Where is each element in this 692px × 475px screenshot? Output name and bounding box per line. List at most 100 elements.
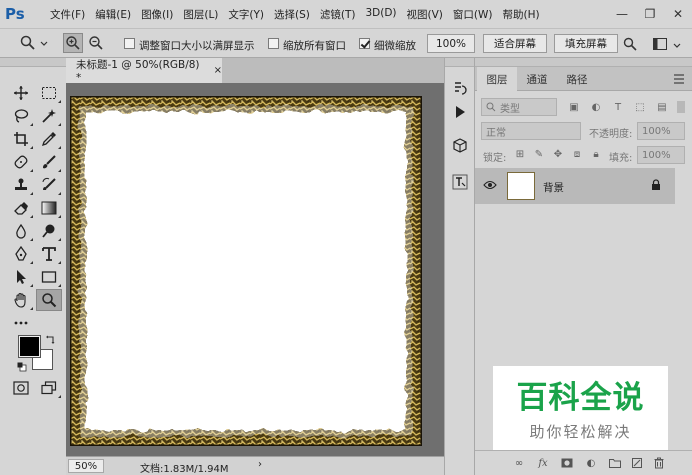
path-selection-tool-icon[interactable]	[8, 266, 34, 288]
layer-thumbnail[interactable]	[507, 172, 535, 200]
hand-tool-icon[interactable]	[8, 289, 34, 311]
new-layer-icon[interactable]	[629, 455, 645, 471]
layer-style-icon[interactable]: fx	[535, 455, 551, 471]
zoom-tool-preset-icon[interactable]	[18, 33, 38, 53]
resize-windows-checkbox[interactable]	[124, 38, 135, 49]
tab-channels[interactable]: 通道	[517, 67, 557, 91]
zoom-percent-field[interactable]: 100%	[427, 34, 475, 53]
layers-panel-grip[interactable]	[475, 58, 692, 67]
actions-panel-play-icon[interactable]	[450, 102, 470, 122]
zoom-all-windows-checkbox[interactable]	[268, 38, 279, 49]
healing-brush-tool-icon[interactable]	[8, 151, 34, 173]
history-brush-tool-icon[interactable]	[36, 174, 62, 196]
fill-field[interactable]: 100%	[637, 146, 685, 164]
lock-position-icon[interactable]: ✥	[551, 147, 565, 161]
rectangle-tool-icon[interactable]	[36, 266, 62, 288]
zoom-tool-icon[interactable]	[36, 289, 62, 311]
blend-mode-select[interactable]: 正常	[481, 122, 581, 140]
eyedropper-tool-icon[interactable]	[36, 128, 62, 150]
document-canvas[interactable]	[70, 96, 422, 446]
character-panel-icon[interactable]	[450, 172, 470, 192]
link-layers-icon[interactable]: ∞	[511, 455, 527, 471]
blur-tool-icon[interactable]	[8, 220, 34, 242]
lock-artboard-icon[interactable]: ⧈	[570, 147, 584, 161]
workspace-icon[interactable]	[650, 34, 670, 54]
gradient-tool-icon[interactable]	[36, 197, 62, 219]
menu-filter[interactable]: 滤镜(T)	[315, 7, 361, 22]
document-tab[interactable]: 未标题-1 @ 50%(RGB/8) * ×	[66, 58, 222, 84]
crop-tool-icon[interactable]	[8, 128, 34, 150]
lock-pixels-icon[interactable]: ✎	[532, 147, 546, 161]
magic-wand-tool-icon[interactable]	[36, 105, 62, 127]
type-tool-icon[interactable]	[36, 243, 62, 265]
eraser-tool-icon[interactable]	[8, 197, 34, 219]
filter-pixel-icon[interactable]: ▣	[567, 100, 581, 114]
minimize-button[interactable]: —	[608, 4, 636, 24]
collapsed-panels-grip[interactable]	[445, 58, 475, 67]
brush-tool-icon[interactable]	[36, 151, 62, 173]
opacity-field[interactable]: 100%	[637, 122, 685, 140]
filter-toggle[interactable]	[677, 101, 685, 113]
canvas-workspace[interactable]	[66, 83, 444, 456]
screen-mode-icon[interactable]	[36, 377, 62, 399]
zoom-out-icon[interactable]	[86, 33, 106, 53]
new-group-icon[interactable]	[607, 455, 623, 471]
filter-adjustment-icon[interactable]: ◐	[589, 100, 603, 114]
fit-screen-button[interactable]: 适合屏幕	[483, 34, 547, 53]
dodge-tool-icon[interactable]	[36, 220, 62, 242]
tab-layers[interactable]: 图层	[477, 67, 517, 91]
history-panel-icon[interactable]	[450, 78, 470, 98]
layer-name[interactable]: 背景	[543, 180, 564, 195]
menu-select[interactable]: 选择(S)	[269, 7, 315, 22]
restore-button[interactable]: ❐	[636, 4, 664, 24]
filter-shape-icon[interactable]: ⬚	[633, 100, 647, 114]
status-menu-chevron-right-icon[interactable]: ›	[258, 459, 262, 470]
watermark-subtitle: 助你轻松解决	[529, 423, 632, 441]
close-icon[interactable]: ×	[214, 65, 222, 76]
3d-panel-icon[interactable]	[450, 136, 470, 156]
more-tools-icon[interactable]	[8, 312, 34, 334]
menu-view[interactable]: 视图(V)	[402, 7, 448, 22]
search-icon[interactable]	[620, 34, 640, 54]
foreground-color-swatch[interactable]	[18, 335, 41, 358]
tab-paths[interactable]: 路径	[557, 67, 597, 91]
lock-transparent-icon[interactable]: ⊞	[513, 147, 527, 161]
panel-menu-icon[interactable]	[673, 74, 685, 87]
move-tool-icon[interactable]	[8, 82, 34, 104]
default-colors-icon[interactable]	[17, 362, 27, 375]
layer-filter-select[interactable]: 类型	[481, 98, 557, 116]
menu-file[interactable]: 文件(F)	[45, 7, 90, 22]
fill-screen-button[interactable]: 填充屏幕	[554, 34, 618, 53]
tools-panel-grip[interactable]	[0, 58, 66, 67]
eye-visibility-icon[interactable]	[483, 180, 497, 193]
preset-chevron-down-icon[interactable]	[40, 39, 48, 50]
status-zoom-field[interactable]: 50%	[68, 459, 104, 473]
menu-window[interactable]: 窗口(W)	[448, 7, 498, 22]
menu-edit[interactable]: 编辑(E)	[90, 7, 136, 22]
document-info[interactable]: 文档:1.83M/1.94M	[140, 460, 229, 475]
adjustment-layer-icon[interactable]: ◐	[583, 455, 599, 471]
filter-type-icon[interactable]: T	[611, 100, 625, 114]
zoom-in-icon[interactable]	[63, 33, 83, 53]
clone-stamp-tool-icon[interactable]	[8, 174, 34, 196]
menu-bar: Ps 文件(F) 编辑(E) 图像(I) 图层(L) 文字(Y) 选择(S) 滤…	[0, 0, 692, 28]
layer-row[interactable]: 背景	[475, 168, 675, 204]
marquee-tool-icon[interactable]	[36, 82, 62, 104]
swap-colors-icon[interactable]	[45, 335, 55, 348]
menu-layer[interactable]: 图层(L)	[178, 7, 223, 22]
filter-smart-object-icon[interactable]: ▤	[655, 100, 669, 114]
pen-tool-icon[interactable]	[8, 243, 34, 265]
menu-image[interactable]: 图像(I)	[136, 7, 178, 22]
menu-3d[interactable]: 3D(D)	[360, 7, 401, 22]
layer-filter-value: 类型	[500, 103, 520, 115]
workspace-chevron-down-icon[interactable]	[673, 41, 681, 52]
close-button[interactable]: ✕	[664, 4, 692, 24]
quick-mask-icon[interactable]	[8, 377, 34, 399]
add-mask-icon[interactable]	[559, 455, 575, 471]
scrubby-zoom-checkbox[interactable]	[359, 38, 370, 49]
trash-icon[interactable]	[651, 455, 667, 471]
lasso-tool-icon[interactable]	[8, 105, 34, 127]
menu-help[interactable]: 帮助(H)	[498, 7, 545, 22]
menu-type[interactable]: 文字(Y)	[223, 7, 269, 22]
lock-all-icon[interactable]: 🔒︎	[589, 147, 603, 161]
